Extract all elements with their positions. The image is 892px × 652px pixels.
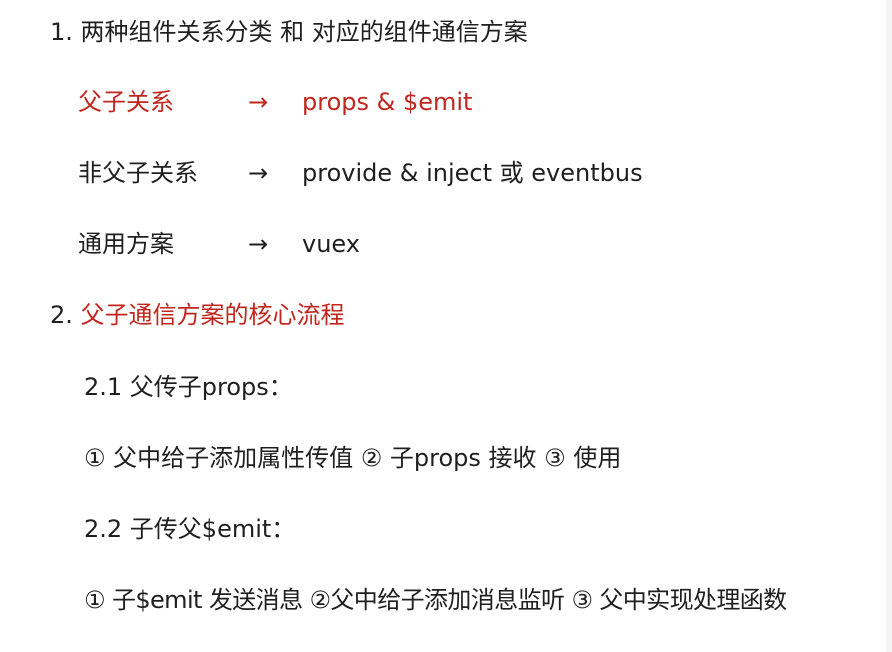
section2-heading: 2. 父子通信方案的核心流程 bbox=[50, 299, 345, 331]
solution-text: vuex bbox=[302, 230, 360, 258]
page-edge bbox=[886, 0, 892, 652]
section2-title: 父子通信方案的核心流程 bbox=[80, 301, 345, 329]
arrow-icon: → bbox=[248, 230, 269, 258]
subsection-2-2-steps: ① 子$emit 发送消息 ②父中给子添加消息监听 ③ 父中实现处理函数 bbox=[84, 586, 787, 614]
relation-label: 父子关系 bbox=[78, 88, 174, 116]
section2-number: 2. bbox=[50, 301, 73, 329]
relation-label: 通用方案 bbox=[78, 230, 174, 258]
section1-heading: 1. 两种组件关系分类 和 对应的组件通信方案 bbox=[50, 18, 528, 46]
relation-row-general: 通用方案 → vuex bbox=[0, 228, 892, 260]
subsection-2-1-steps: ① 父中给子添加属性传值 ② 子props 接收 ③ 使用 bbox=[84, 444, 622, 472]
arrow-icon: → bbox=[248, 159, 269, 187]
subsection-2-2-title: 2.2 子传父$emit： bbox=[84, 515, 296, 543]
relation-row-parent-child: 父子关系 → props & $emit bbox=[0, 86, 892, 118]
arrow-icon: → bbox=[248, 88, 269, 116]
relation-label: 非父子关系 bbox=[78, 159, 198, 187]
solution-text: props & $emit bbox=[302, 88, 473, 116]
relation-row-non-parent-child: 非父子关系 → provide & inject 或 eventbus bbox=[0, 157, 892, 189]
solution-text: provide & inject 或 eventbus bbox=[302, 159, 643, 187]
subsection-2-1-title: 2.1 父传子props： bbox=[84, 373, 293, 401]
